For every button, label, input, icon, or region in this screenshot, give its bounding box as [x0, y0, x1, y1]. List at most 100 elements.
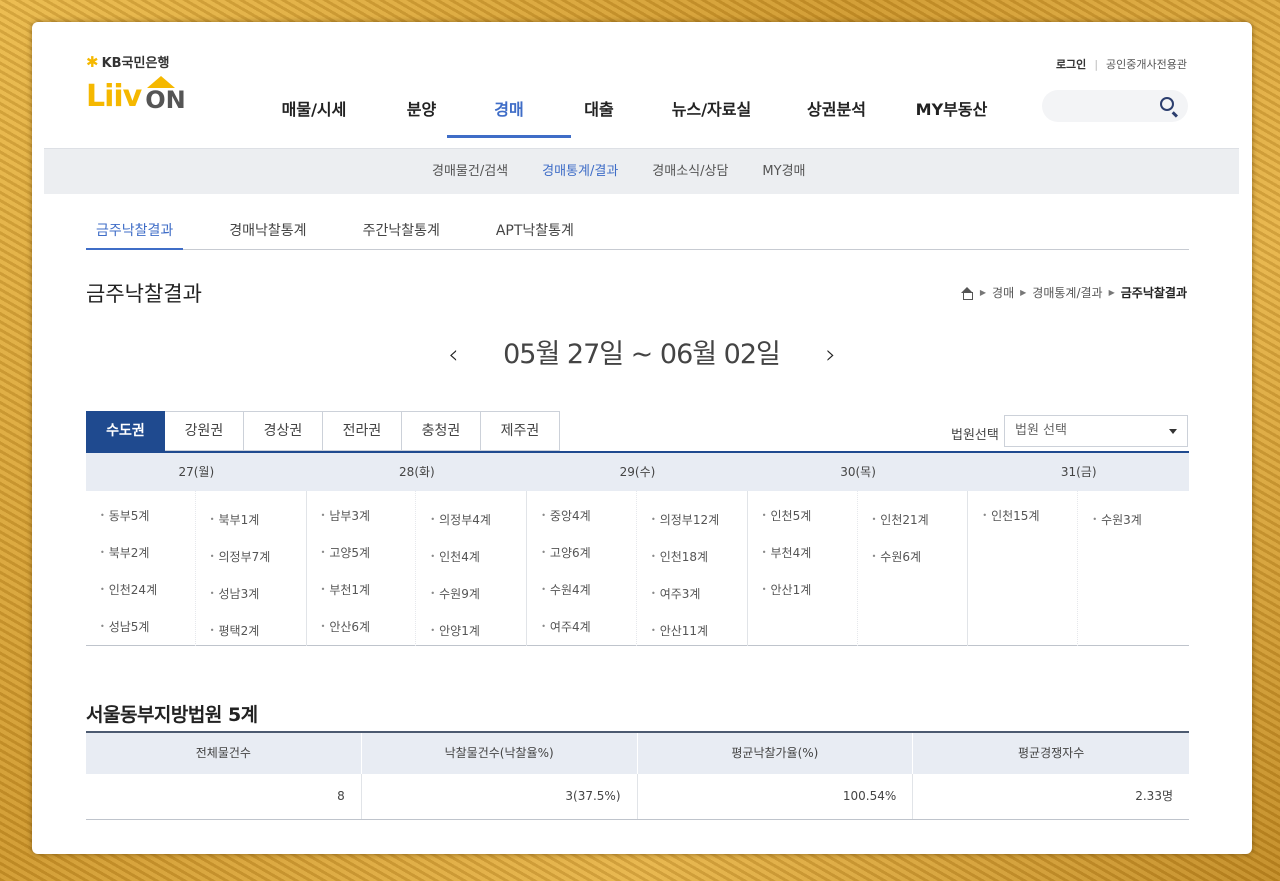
chevron-right-icon: ▶	[1020, 288, 1027, 297]
breadcrumb-item[interactable]: 경매통계/결과	[1032, 284, 1102, 301]
tab-apt-stats[interactable]: APT낙찰통계	[486, 206, 584, 249]
court-link[interactable]: 안산11계	[651, 612, 747, 649]
week-range: 05월 27일 ~ 06월 02일	[503, 339, 781, 370]
court-link[interactable]: 성남3계	[210, 575, 306, 612]
court-link[interactable]: 안산1계	[762, 571, 857, 608]
broker-link[interactable]: 공인중개사전용관	[1106, 56, 1187, 72]
gnb-item-news[interactable]: 뉴스/자료실	[639, 96, 784, 138]
result-title: 서울동부지방법원 5계	[86, 704, 258, 726]
login-link[interactable]: 로그인	[1056, 56, 1086, 72]
court-link[interactable]: 인천24계	[100, 571, 195, 608]
day-subcolumn: 중앙4계고양6계수원4계여주4계	[527, 491, 637, 646]
breadcrumb: ▶ 경매 ▶ 경매통계/결과 ▶ 금주낙찰결과	[960, 284, 1187, 301]
on-logo-text: ON	[145, 76, 186, 112]
weekly-court-table: 27(월)28(화)29(수)30(목)31(금) 동부5계북부2계인천24계성…	[86, 451, 1189, 646]
court-link[interactable]: 인천21계	[872, 501, 968, 538]
gnb-item-my-realestate[interactable]: MY부동산	[889, 96, 1014, 138]
court-link[interactable]: 인천4계	[430, 538, 526, 575]
utility-links: 로그인 | 공인중개사전용관	[1056, 56, 1187, 72]
court-link[interactable]: 평택2계	[210, 612, 306, 649]
sub-nav: 경매물건/검색 경매통계/결과 경매소식/상담 MY경매	[44, 148, 1239, 194]
day-subcolumn: 인천5계부천4계안산1계	[748, 491, 858, 646]
prev-week-button[interactable]: ‹	[410, 340, 495, 370]
day-column: 인천15계 수원3계	[968, 491, 1189, 646]
court-select[interactable]: 법원 선택	[1004, 415, 1188, 447]
court-link[interactable]: 성남5계	[100, 608, 195, 645]
day-header-cell: 29(수)	[619, 465, 656, 479]
court-link[interactable]: 안산6계	[321, 608, 416, 645]
divider: |	[1094, 57, 1099, 71]
region-tab-gyeongsang[interactable]: 경상권	[244, 411, 323, 451]
subnav-item-auction-stats[interactable]: 경매통계/결과	[542, 149, 618, 195]
court-link[interactable]: 부천4계	[762, 534, 857, 571]
subnav-item-auction-search[interactable]: 경매물건/검색	[432, 149, 508, 195]
court-link[interactable]: 인천15계	[982, 497, 1077, 534]
kb-logo-text: KB국민은행	[101, 56, 170, 71]
search-box[interactable]	[1042, 90, 1188, 122]
court-select-value: 법원 선택	[1015, 423, 1067, 438]
home-icon[interactable]	[960, 286, 974, 300]
gnb-item-presale[interactable]: 분양	[384, 96, 459, 138]
result-value-cell: 3(37.5%)	[362, 774, 638, 819]
gnb-item-commercial[interactable]: 상권분석	[784, 96, 889, 138]
day-body-row: 동부5계북부2계인천24계성남5계북부1계의정부7계성남3계평택2계남부3계고양…	[86, 491, 1189, 646]
court-link[interactable]: 수원9계	[430, 575, 526, 612]
kb-logo[interactable]: ✱ KB국민은행	[86, 52, 170, 72]
page: ✱ KB국민은행 Liiv ON 로그인 | 공인중개사전용관 매물/시세 분양…	[44, 44, 1239, 839]
court-link[interactable]: 수원3계	[1092, 501, 1188, 538]
court-link[interactable]: 북부2계	[100, 534, 195, 571]
court-link[interactable]: 고양6계	[541, 534, 636, 571]
court-link[interactable]: 남부3계	[321, 497, 416, 534]
day-subcolumn: 의정부4계인천4계수원9계안양1계	[416, 491, 526, 646]
result-header-cell: 낙찰물건수(낙찰율%)	[362, 733, 638, 774]
court-link[interactable]: 의정부4계	[430, 501, 526, 538]
court-link[interactable]: 안양1계	[430, 612, 526, 649]
subnav-item-my-auction[interactable]: MY경매	[762, 149, 805, 195]
day-subcolumn: 의정부12계인천18계여주3계안산11계	[637, 491, 747, 646]
breadcrumb-current: 금주낙찰결과	[1120, 286, 1187, 300]
global-nav: 매물/시세 분양 경매 대출 뉴스/자료실 상권분석 MY부동산	[244, 96, 1014, 138]
day-subcolumn: 북부1계의정부7계성남3계평택2계	[196, 491, 306, 646]
court-link[interactable]: 의정부12계	[651, 501, 747, 538]
court-link[interactable]: 북부1계	[210, 501, 306, 538]
region-tab-jeolla[interactable]: 전라권	[323, 411, 402, 451]
court-link[interactable]: 동부5계	[100, 497, 195, 534]
court-link[interactable]: 수원6계	[872, 538, 968, 575]
day-header-cell: 31(금)	[1060, 465, 1097, 479]
kb-star-icon: ✱	[86, 52, 99, 71]
court-link[interactable]: 부천1계	[321, 571, 416, 608]
court-link[interactable]: 의정부7계	[210, 538, 306, 575]
court-link[interactable]: 인천18계	[651, 538, 747, 575]
page-title: 금주낙찰결과	[86, 282, 202, 306]
day-header-cell: 28(화)	[399, 465, 435, 479]
court-link[interactable]: 고양5계	[321, 534, 416, 571]
region-tab-capital[interactable]: 수도권	[86, 411, 165, 451]
result-value-cell: 8	[86, 774, 362, 819]
court-link[interactable]: 중앙4계	[541, 497, 636, 534]
result-header-cell: 평균낙찰가율(%)	[638, 733, 914, 774]
court-link[interactable]: 인천5계	[762, 497, 857, 534]
day-column: 인천5계부천4계안산1계 인천21계수원6계	[748, 491, 969, 646]
court-link[interactable]: 여주3계	[651, 575, 747, 612]
region-tab-gangwon[interactable]: 강원권	[165, 411, 244, 451]
chevron-right-icon: ▶	[979, 288, 987, 297]
court-link[interactable]: 여주4계	[541, 608, 636, 645]
breadcrumb-item[interactable]: 경매	[992, 284, 1014, 301]
court-link[interactable]: 수원4계	[541, 571, 636, 608]
result-value-cell: 100.54%	[638, 774, 914, 819]
gnb-item-listings[interactable]: 매물/시세	[244, 96, 384, 138]
gnb-item-auction[interactable]: 경매	[447, 96, 571, 138]
gnb-item-loan[interactable]: 대출	[559, 96, 639, 138]
day-column: 남부3계고양5계부천1계안산6계의정부4계인천4계수원9계안양1계	[307, 491, 528, 646]
subnav-item-auction-news[interactable]: 경매소식/상담	[652, 149, 728, 195]
day-subcolumn: 수원3계	[1078, 491, 1188, 646]
next-week-button[interactable]: ›	[787, 340, 872, 370]
liiv-on-logo[interactable]: Liiv ON	[86, 76, 186, 112]
tab-weekly-stats[interactable]: 주간낙찰통계	[353, 206, 450, 249]
region-tab-jeju[interactable]: 제주권	[481, 411, 560, 451]
search-icon[interactable]	[1160, 97, 1174, 111]
day-subcolumn: 동부5계북부2계인천24계성남5계	[86, 491, 196, 646]
region-tab-chungcheong[interactable]: 충청권	[402, 411, 481, 451]
tab-auction-stats[interactable]: 경매낙찰통계	[219, 206, 316, 249]
tab-weekly-results[interactable]: 금주낙찰결과	[86, 206, 184, 250]
